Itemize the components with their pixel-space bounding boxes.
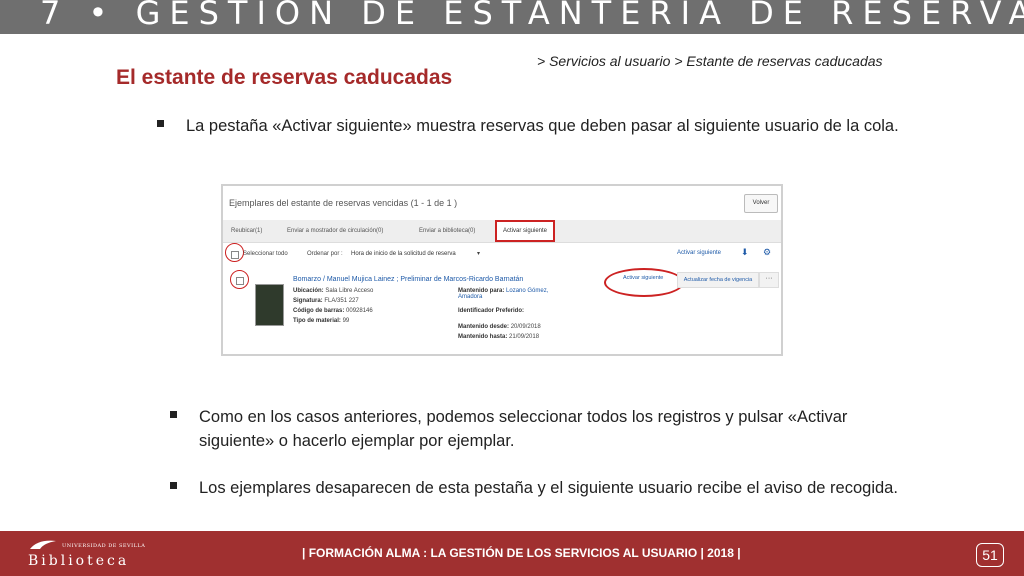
field-codigo: Código de barras: 00928146: [293, 308, 373, 314]
embedded-screenshot: Ejemplares del estante de reservas venci…: [221, 184, 783, 356]
update-expiry-button[interactable]: Actualizar fecha de vigencia: [677, 272, 759, 288]
highlight-ring: [225, 243, 244, 262]
footer-bar: UNIVERSIDAD DE SEVILLA Biblioteca | FORM…: [0, 531, 1024, 576]
tab-enviar-biblioteca[interactable]: Enviar a biblioteca(0): [413, 220, 481, 242]
title-bar: 7 • GESTIÓN DE ESTANTERÍA DE RESERVAS: [0, 0, 1024, 34]
download-icon[interactable]: ⬇: [741, 247, 749, 258]
bullet-text: Como en los casos anteriores, podemos se…: [199, 408, 848, 450]
tab-enviar-mostrador[interactable]: Enviar a mostrador de circulación(0): [281, 220, 389, 242]
bullet-square-icon: [170, 411, 177, 418]
item-title[interactable]: Bomarzo / Manuel Mujica Lainez ; Prelimi…: [293, 276, 523, 283]
page-number: 51: [976, 543, 1004, 567]
field-tipo: Tipo de material: 99: [293, 318, 350, 324]
field-ubicacion: Ubicación: Sala Libre Acceso: [293, 288, 374, 294]
options-row: Seleccionar todo Ordenar por : Hora de i…: [223, 243, 781, 264]
field-mantenido-para: Mantenido para: Lozano Gómez, Amadora: [458, 288, 549, 300]
more-actions-button[interactable]: ···: [759, 272, 779, 288]
tab-reubicar[interactable]: Reubicar(1): [225, 220, 268, 242]
bullet-2: Como en los casos anteriores, podemos se…: [170, 405, 910, 453]
highlight-ring: [230, 270, 249, 289]
bullet-square-icon: [170, 482, 177, 489]
field-hasta: Mantenido hasta: 21/09/2018: [458, 334, 540, 340]
gear-icon[interactable]: ⚙: [763, 247, 771, 258]
footer-text: | FORMACIÓN ALMA : LA GESTIÓN DE LOS SER…: [302, 546, 741, 560]
highlight-ellipse: [604, 268, 684, 297]
sort-label: Ordenar por :: [307, 251, 343, 257]
bullet-text: Los ejemplares desaparecen de esta pesta…: [199, 479, 898, 497]
book-cover-image: [255, 284, 284, 326]
logo-biblioteca: Biblioteca: [28, 553, 130, 569]
volver-button[interactable]: Volver: [744, 194, 778, 213]
screenshot-header: Ejemplares del estante de reservas venci…: [229, 198, 458, 208]
tab-activar-siguiente[interactable]: Activar siguiente: [495, 220, 556, 242]
logo-university: UNIVERSIDAD DE SEVILLA: [62, 543, 146, 549]
bullet-square-icon: [157, 120, 164, 127]
tab-bar: Reubicar(1) Enviar a mostrador de circul…: [223, 220, 781, 243]
sort-chevron-down-icon[interactable]: ▾: [477, 250, 480, 257]
breadcrumb: > Servicios al usuario > Estante de rese…: [537, 53, 883, 69]
bullet-1: La pestaña «Activar siguiente» muestra r…: [157, 114, 917, 138]
section-subtitle: El estante de reservas caducadas: [116, 66, 453, 89]
bullet-3: Los ejemplares desaparecen de esta pesta…: [170, 476, 910, 500]
activate-next-link[interactable]: Activar siguiente: [677, 250, 721, 256]
select-all-label: Seleccionar todo: [243, 251, 288, 257]
field-signatura: Signatura: FLA/351 227: [293, 298, 359, 304]
field-desde: Mantenido desde: 20/09/2018: [458, 324, 541, 330]
slide-title: 7 • GESTIÓN DE ESTANTERÍA DE RESERVAS: [40, 0, 1024, 32]
field-identificador: Identificador Preferido:: [458, 308, 525, 314]
bullet-text: La pestaña «Activar siguiente» muestra r…: [186, 117, 899, 135]
bird-logo-icon: [30, 540, 56, 549]
sort-select[interactable]: Hora de inicio de la solicitud de reserv…: [351, 251, 456, 257]
